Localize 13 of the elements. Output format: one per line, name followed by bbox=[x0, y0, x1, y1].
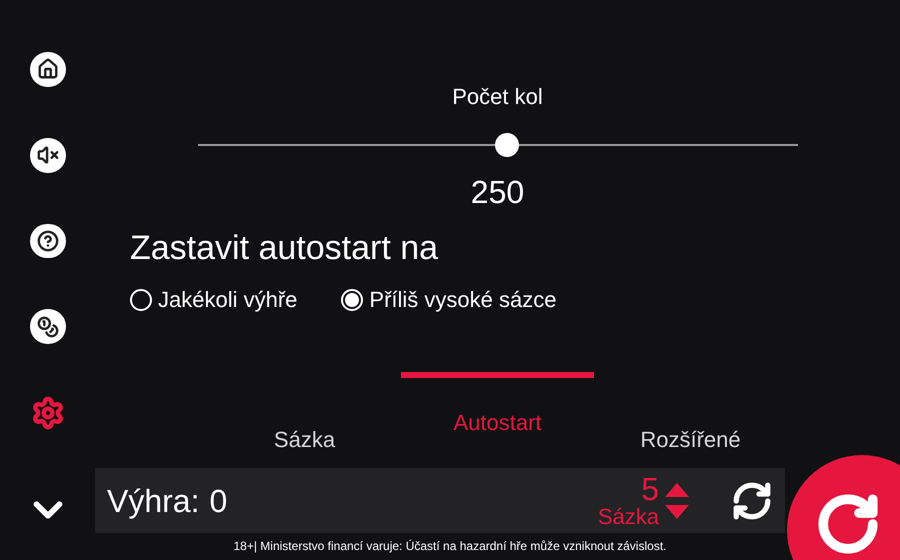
slider-value: 250 bbox=[470, 173, 524, 212]
tab[interactable]: Sázka bbox=[208, 372, 401, 455]
radio-option[interactable]: Příliš vysoké sázce bbox=[341, 285, 556, 315]
tab[interactable]: Autostart bbox=[401, 372, 594, 455]
radio-option[interactable]: Jakékoli výhře bbox=[130, 285, 298, 315]
section-heading: Zastavit autostart na bbox=[130, 228, 440, 269]
win-value: 0 bbox=[209, 482, 228, 520]
bet-value: 5 bbox=[641, 472, 659, 504]
tab[interactable]: Rozšířené bbox=[594, 372, 787, 455]
slider-title: Počet kol bbox=[452, 83, 543, 111]
win-label: Výhra: bbox=[107, 482, 200, 521]
bet-label: Sázka bbox=[598, 504, 659, 528]
footer-warning: 18+| Ministerstvo financí varuje: Účastí na hazardní hře může vzniknout závislost. bbox=[232, 538, 668, 555]
